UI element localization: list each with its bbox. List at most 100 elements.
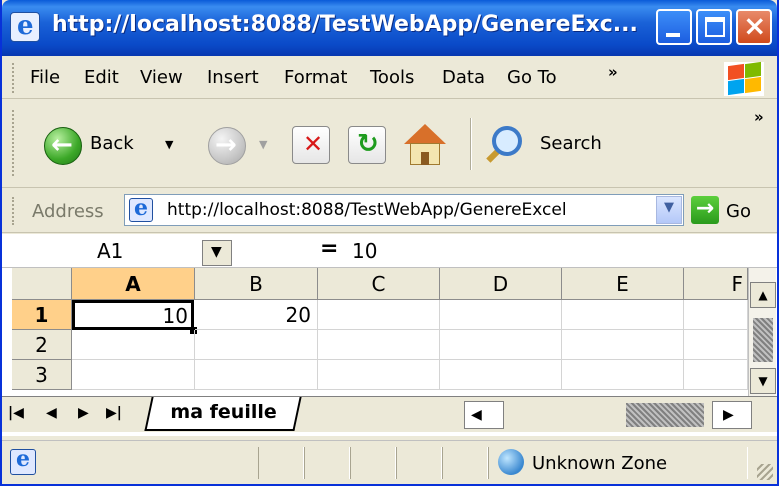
cell-d3[interactable] [440,360,562,390]
forward-dropdown-icon[interactable]: ▼ [259,138,267,151]
cell-d1[interactable] [440,300,562,330]
formula-input[interactable]: 10 [352,239,377,263]
cell-c3[interactable] [318,360,440,390]
column-header-e[interactable]: E [562,268,684,300]
first-sheet-button[interactable]: |◀ [8,405,24,421]
horizontal-scroll-thumb[interactable] [626,403,704,427]
back-dropdown-icon[interactable]: ▼ [165,138,173,151]
last-sheet-button[interactable]: ▶| [106,405,122,421]
page-status-icon [10,446,36,475]
menu-goto[interactable]: Go To [507,67,557,88]
vertical-scrollbar[interactable]: ▲ ▼ [748,268,776,396]
name-box[interactable]: A1 [97,239,123,263]
status-bar: Unknown Zone [2,440,777,484]
stop-button[interactable]: ✕ [292,126,330,164]
cell-f3[interactable] [684,360,748,390]
row-header-3[interactable]: 3 [12,360,72,390]
cell-e3[interactable] [562,360,684,390]
refresh-button[interactable]: ↻ [348,126,386,164]
cell-b3[interactable] [195,360,318,390]
cell-e1[interactable] [562,300,684,330]
resize-grip[interactable] [757,464,773,480]
title-bar[interactable]: http://localhost:8088/TestWebApp/GenereE… [2,0,777,56]
cell-b2[interactable] [195,330,318,360]
row-header-2[interactable]: 2 [12,330,72,360]
minimize-button[interactable] [656,9,692,45]
column-header-a[interactable]: A [72,268,195,300]
formula-equals: = [320,236,339,261]
column-header-f[interactable]: F [684,268,748,300]
go-button[interactable]: Go [726,201,751,222]
menu-data[interactable]: Data [442,67,485,88]
menu-format[interactable]: Format [284,67,347,88]
cell-a3[interactable] [72,360,195,390]
home-icon [404,124,446,144]
status-panel [350,447,396,479]
cell-f2[interactable] [684,330,748,360]
scroll-down-button[interactable]: ▼ [750,368,776,394]
close-icon: × [743,9,767,42]
security-zone: Unknown Zone [532,453,668,474]
go-arrow-icon[interactable]: → [691,196,719,224]
sheet-tab[interactable]: ma feuille [144,397,302,431]
search-button[interactable]: Search [540,133,602,154]
scroll-left-button[interactable]: ◀ [464,401,504,429]
column-header-d[interactable]: D [440,268,562,300]
vertical-scroll-thumb[interactable] [753,318,773,362]
sheet-tab-label: ma feuille [170,401,277,423]
menubar-grip[interactable] [12,63,14,93]
forward-button[interactable]: → [208,127,246,165]
back-button[interactable]: ← [44,127,82,165]
address-url[interactable]: http://localhost:8088/TestWebApp/GenereE… [167,200,567,220]
home-button[interactable] [402,124,448,168]
status-panel [258,447,304,479]
cell-e2[interactable] [562,330,684,360]
select-all-corner[interactable] [12,268,72,300]
toolbar-overflow-icon[interactable]: » [754,108,764,126]
cell-c1[interactable] [318,300,440,330]
menu-file[interactable]: File [30,67,60,88]
menu-bar: File Edit View Insert Format Tools Data … [2,57,777,99]
cell-c2[interactable] [318,330,440,360]
back-label[interactable]: Back [90,133,134,154]
menu-view[interactable]: View [140,67,183,88]
search-icon[interactable] [492,126,522,156]
back-arrow-icon: ← [51,130,73,160]
chevron-down-icon: ▼ [211,244,222,260]
address-input[interactable]: http://localhost:8088/TestWebApp/GenereE… [124,194,684,226]
row-header-1[interactable]: 1 [12,300,72,330]
next-sheet-button[interactable]: ▶ [78,405,89,421]
globe-icon [498,449,524,475]
address-bar: Address http://localhost:8088/TestWebApp… [2,189,777,233]
menu-insert[interactable]: Insert [207,67,259,88]
logo-yellow [745,76,761,94]
cell-a2[interactable] [72,330,195,360]
sheet-tab-bar: |◀ ◀ ▶ ▶| ma feuille ◀ ▶ [2,396,777,432]
toolbar-grip[interactable] [12,110,14,176]
chevron-down-icon: ▼ [664,200,674,215]
windows-logo-icon [724,61,764,96]
close-button[interactable]: × [736,9,772,45]
menu-edit[interactable]: Edit [84,67,119,88]
cell-b1[interactable]: 20 [195,300,318,330]
cell-d2[interactable] [440,330,562,360]
addressbar-grip[interactable] [12,197,14,225]
status-panel [442,447,488,479]
name-box-dropdown[interactable]: ▼ [202,240,232,266]
menu-overflow-icon[interactable]: » [608,63,618,81]
formula-bar: A1 ▼ = 10 [2,234,777,268]
maximize-icon [705,17,725,37]
home-icon-door [421,152,429,165]
scroll-right-button[interactable]: ▶ [712,401,752,429]
address-dropdown-button[interactable]: ▼ [656,196,682,224]
menu-tools[interactable]: Tools [370,67,414,88]
column-header-c[interactable]: C [318,268,440,300]
cell-a1[interactable]: 10 [72,300,194,330]
excel-viewer: A1 ▼ = 10 A B C D E F 1 2 3 10 20 ▲ ▼ |◀… [2,234,777,436]
maximize-button[interactable] [696,9,732,45]
cell-f1[interactable] [684,300,748,330]
column-header-b[interactable]: B [195,268,318,300]
ie-page-icon [10,11,40,42]
scroll-up-button[interactable]: ▲ [750,282,776,308]
prev-sheet-button[interactable]: ◀ [46,405,57,421]
